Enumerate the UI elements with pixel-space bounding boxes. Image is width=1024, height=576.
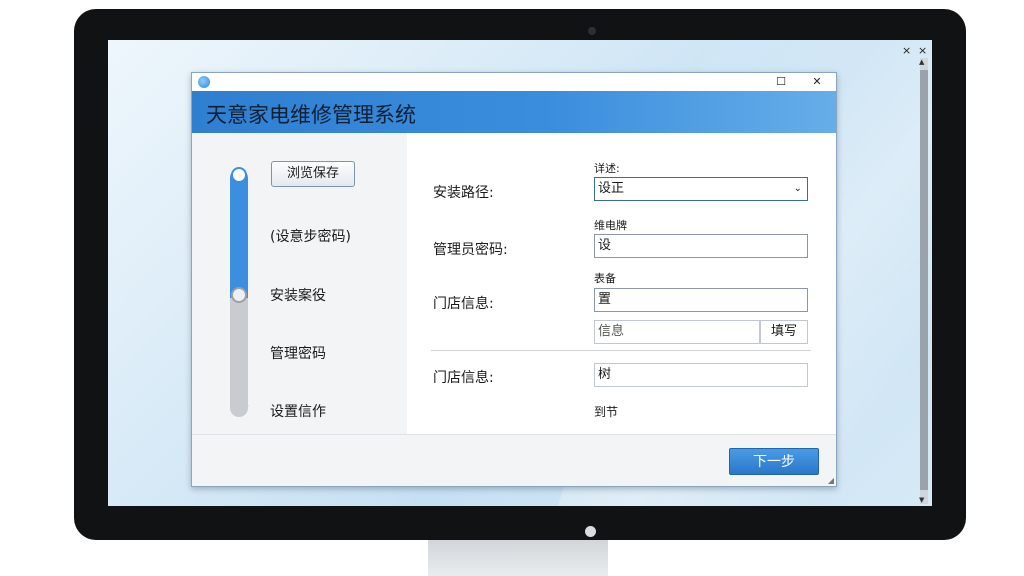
step-label: 管理密码	[270, 346, 326, 362]
stepper-arrow-icon	[231, 405, 249, 417]
resize-grip-icon[interactable]: ◢	[828, 476, 834, 485]
field-hint: 到节	[594, 405, 619, 419]
divider	[431, 350, 811, 351]
monitor-stand	[428, 536, 608, 576]
step-label: 安装案役	[270, 288, 326, 304]
form-panel: 安装路径: 详述: 设正 ⌄ 管理员密码: 维电牌 设 门店信息: 表备 置 信…	[407, 133, 836, 434]
desktop-scene: × × ▲ ▼ ☐ ✕ 天意家电维修管理系统 浏览保存 (设意步密码) 安装案役	[0, 0, 1024, 576]
chevron-down-icon[interactable]: ⌄	[794, 178, 802, 200]
scroll-up-icon[interactable]: ▲	[919, 58, 924, 66]
install-path-label: 安装路径:	[433, 185, 494, 201]
close-button[interactable]: ✕	[806, 74, 828, 90]
window-titlebar[interactable]: ☐ ✕	[192, 73, 836, 91]
step-label: 设置信作	[270, 404, 326, 420]
fill-button[interactable]: 填写	[760, 320, 808, 344]
close-icon[interactable]: ×	[902, 44, 911, 57]
store-info-value-2: 树	[598, 367, 612, 382]
window-footer: 下一步 ◢	[192, 434, 836, 486]
store-info-label-2: 门店信息:	[433, 370, 494, 386]
info-placeholder: 信息	[598, 324, 625, 339]
next-button[interactable]: 下一步	[729, 448, 819, 475]
store-info-field-2[interactable]: 树	[594, 363, 808, 387]
power-button-icon[interactable]	[585, 526, 596, 537]
page-title: 天意家电维修管理系统	[206, 103, 416, 127]
admin-password-field[interactable]: 设	[594, 234, 808, 258]
field-hint: 维电牌	[594, 219, 627, 232]
webcam-icon	[588, 27, 596, 35]
store-info-value: 置	[598, 292, 612, 307]
scrollbar-thumb[interactable]	[920, 70, 928, 490]
step-dot	[231, 287, 247, 303]
browse-button[interactable]: 浏览保存	[271, 161, 355, 187]
field-hint: 详述:	[594, 162, 620, 175]
scroll-down-icon[interactable]: ▼	[919, 496, 924, 504]
window-header: 天意家电维修管理系统	[192, 91, 836, 133]
field-hint: 表备	[594, 272, 616, 285]
install-path-value: 设正	[598, 181, 625, 196]
screen: × × ▲ ▼ ☐ ✕ 天意家电维修管理系统 浏览保存 (设意步密码) 安装案役	[108, 40, 932, 506]
admin-password-label: 管理员密码:	[433, 242, 508, 258]
admin-password-value: 设	[598, 238, 612, 253]
store-info-field[interactable]: 置	[594, 288, 808, 312]
step-dot-active	[231, 167, 247, 183]
app-icon	[198, 76, 210, 88]
install-path-select[interactable]: 设正 ⌄	[594, 177, 808, 201]
step-label: (设意步密码)	[270, 229, 351, 245]
maximize-button[interactable]: ☐	[770, 74, 792, 90]
installer-window: ☐ ✕ 天意家电维修管理系统 浏览保存 (设意步密码) 安装案役 管理密码 设置…	[191, 72, 837, 487]
close-icon[interactable]: ×	[918, 44, 927, 57]
store-info-label: 门店信息:	[433, 296, 494, 312]
steps-panel: 浏览保存 (设意步密码) 安装案役 管理密码 设置信作	[192, 133, 407, 434]
info-input[interactable]: 信息	[594, 320, 760, 344]
